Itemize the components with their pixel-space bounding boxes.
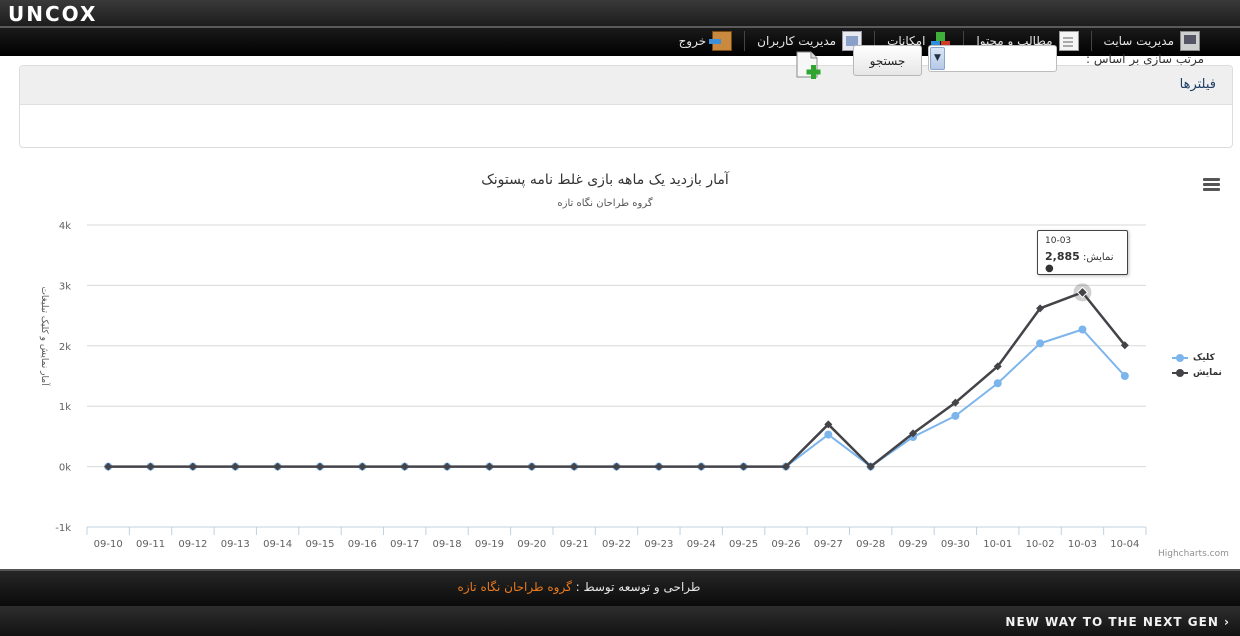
x-tick-label: 09-13 (221, 539, 250, 550)
x-tick-label: 09-26 (771, 539, 800, 550)
x-tick-label: 09-15 (305, 539, 334, 550)
exit-icon (709, 31, 733, 51)
chart-menu-icon[interactable] (1203, 178, 1220, 192)
series-point (1078, 325, 1087, 334)
x-tick-label: 09-16 (348, 539, 377, 550)
x-tick-label: 09-10 (94, 539, 123, 550)
x-tick-label: 09-23 (644, 539, 673, 550)
nav-logout[interactable]: خروج (667, 28, 745, 54)
x-tick-label: 09-18 (433, 539, 462, 550)
footer-credit-link[interactable]: گروه طراحان نگاه تازه (458, 580, 572, 594)
tooltip-row: نمایش: 2,885 ● (1045, 250, 1114, 274)
x-tick-label: 09-11 (136, 539, 165, 550)
legend-label: کلیک (1193, 352, 1215, 363)
nav-separator (744, 31, 746, 51)
series-point (993, 379, 1002, 388)
x-tick-label: 10-04 (1110, 539, 1139, 550)
x-tick-label: 10-02 (1026, 539, 1055, 550)
legend-item-click[interactable]: کلیک (1172, 350, 1222, 365)
series-point (824, 430, 833, 439)
chart-tooltip: 10-03 نمایش: 2,885 ● (1037, 230, 1128, 275)
legend-label: نمایش (1193, 367, 1222, 378)
chart-title: آمار بازدید یک ماهه بازی غلط نامه پستونک (481, 172, 729, 188)
nav-label: خروج (678, 34, 707, 48)
x-tick-label: 09-25 (729, 539, 758, 550)
sort-select[interactable]: ▼ (928, 45, 1057, 72)
chart-subtitle: گروه طراحان نگاه تازه (557, 198, 653, 209)
y-tick-label: 0k (59, 463, 71, 474)
x-tick-label: 09-20 (517, 539, 546, 550)
y-tick-label: 3k (59, 281, 71, 292)
x-tick-label: 09-28 (856, 539, 885, 550)
y-tick-label: -1k (55, 523, 71, 534)
legend-symbol (1172, 353, 1188, 363)
series-line (108, 328, 1126, 468)
chart-legend: کلیک نمایش (1172, 350, 1222, 380)
footer: طراحی و توسعه توسط : گروه طراحان نگاه تا… (0, 569, 1240, 606)
x-tick-label: 09-30 (941, 539, 970, 550)
footer-credit-label: طراحی و توسعه توسط : (575, 580, 701, 594)
series-point (951, 411, 960, 420)
y-tick-label: 4k (59, 221, 71, 232)
series-point (1120, 372, 1129, 380)
add-document-icon[interactable] (793, 50, 823, 80)
chevron-down-icon[interactable]: ▼ (930, 47, 945, 70)
y-tick-label: 2k (59, 342, 71, 353)
x-tick-label: 09-19 (475, 539, 504, 550)
chart-credits[interactable]: Highcharts.com (1158, 549, 1229, 559)
x-tick-label: 09-24 (687, 539, 716, 550)
x-tick-label: 10-01 (983, 539, 1012, 550)
sort-label: مرتب سازی بر اساس : (1085, 52, 1204, 66)
nav-separator (1090, 31, 1092, 51)
footer-slogan: NEW WAY TO THE NEXT GEN › (1005, 615, 1230, 629)
tooltip-category: 10-03 (1045, 236, 1072, 246)
footer-text: طراحی و توسعه توسط : گروه طراحان نگاه تا… (0, 580, 1158, 594)
y-axis-title: آمار نمایش و کلیک تبلیغات (39, 286, 51, 386)
x-tick-label: 09-17 (390, 539, 419, 550)
filters-title: فیلترها (1179, 77, 1216, 92)
tooltip-value: 2,885 (1045, 250, 1080, 263)
x-tick-label: 09-12 (178, 539, 207, 550)
bottom-bar: NEW WAY TO THE NEXT GEN › (0, 606, 1240, 636)
top-bar: UNCOX (0, 0, 1240, 28)
legend-symbol (1172, 368, 1188, 378)
nav-label: مدیریت سایت (1103, 34, 1174, 48)
nav-site-management[interactable]: مدیریت سایت (1092, 28, 1212, 54)
filters-panel: فیلترها (19, 65, 1233, 148)
monitor-icon (1180, 31, 1200, 51)
series-line (108, 291, 1126, 468)
x-tick-label: 09-21 (560, 539, 589, 550)
site-logo[interactable]: UNCOX (8, 2, 97, 26)
x-tick-label: 09-14 (263, 539, 292, 550)
x-tick-label: 09-22 (602, 539, 631, 550)
series-point (1036, 339, 1045, 348)
y-tick-label: 1k (59, 402, 71, 413)
x-tick-label: 09-29 (898, 539, 927, 550)
document-icon (1058, 31, 1079, 51)
nav-label: مدیریت کاربران (757, 34, 837, 48)
tooltip-series: نمایش (1086, 252, 1114, 263)
x-tick-label: 09-27 (814, 539, 843, 550)
x-tick-label: 10-03 (1068, 539, 1097, 550)
legend-item-view[interactable]: نمایش (1172, 365, 1222, 380)
search-button[interactable]: جستجو (853, 45, 922, 76)
